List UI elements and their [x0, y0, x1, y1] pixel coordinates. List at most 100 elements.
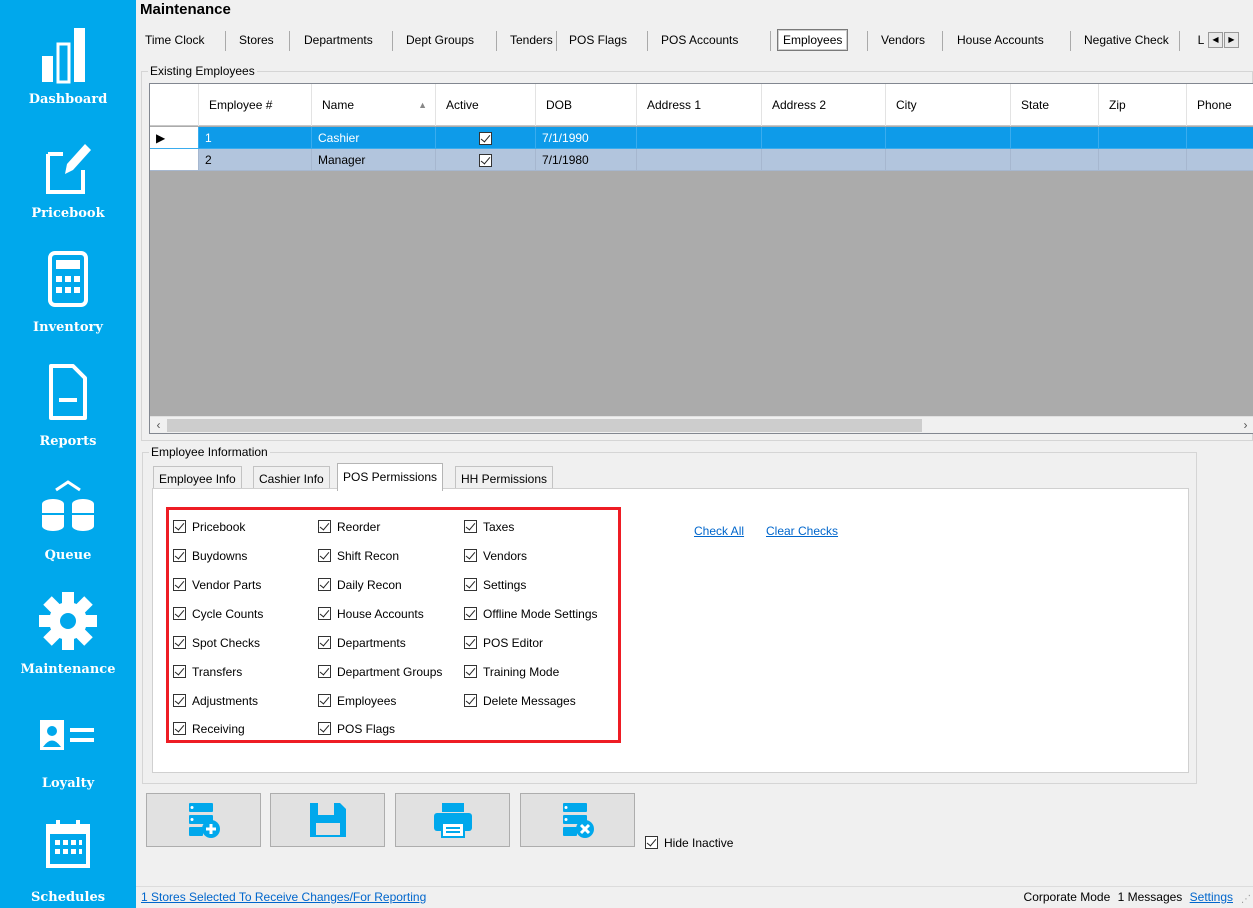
cell-zip: [1099, 149, 1187, 171]
nav-loyalty[interactable]: Loyalty: [0, 698, 136, 808]
col-active[interactable]: Active: [436, 84, 536, 126]
col-city[interactable]: City: [886, 84, 1011, 126]
tab-house-accounts[interactable]: House Accounts: [957, 27, 1044, 53]
cell-employee-no: 1: [199, 127, 312, 149]
active-checkbox[interactable]: [479, 132, 492, 146]
tab-separator: [770, 31, 771, 51]
col-address1[interactable]: Address 1: [637, 84, 762, 126]
nav-maintenance[interactable]: Maintenance: [0, 584, 136, 694]
col-employee-no[interactable]: Employee #: [199, 84, 312, 126]
cell-city: [886, 127, 1011, 149]
hide-inactive-checkbox[interactable]: [645, 836, 658, 850]
tab-dept-groups[interactable]: Dept Groups: [406, 27, 474, 53]
grid-header: Employee # Name ▲ Active DOB Address 1 A…: [150, 84, 1253, 126]
employee-grid[interactable]: Employee # Name ▲ Active DOB Address 1 A…: [149, 83, 1253, 434]
cell-employee-no: 2: [199, 149, 312, 171]
cell-active[interactable]: [436, 149, 536, 171]
group-title: Existing Employees: [148, 64, 257, 78]
tab-truncated[interactable]: L: [1195, 32, 1207, 48]
tab-scroll-right-button[interactable]: ▶: [1224, 32, 1239, 48]
save-button[interactable]: [270, 793, 385, 847]
add-employee-button[interactable]: [146, 793, 261, 847]
col-dob[interactable]: DOB: [536, 84, 637, 126]
nav-reports[interactable]: Reports: [0, 356, 136, 466]
sidebar: Dashboard Pricebook Inventory Reports Qu…: [0, 0, 136, 908]
tab-scroller: L ◀ ▶: [1194, 32, 1248, 50]
row-selector-icon: ▶: [150, 127, 199, 149]
corporate-mode-label: Corporate Mode: [1023, 890, 1111, 904]
status-right: Corporate Mode 1 Messages Settings: [1024, 890, 1233, 904]
permissions-highlight: [166, 507, 621, 743]
col-name-label: Name: [322, 98, 355, 112]
scroll-right-icon[interactable]: ›: [1237, 417, 1253, 433]
cell-active[interactable]: [436, 127, 536, 149]
tab-cashier-info[interactable]: Cashier Info: [253, 466, 330, 490]
col-address2[interactable]: Address 2: [762, 84, 886, 126]
tab-time-clock[interactable]: Time Clock: [145, 27, 205, 53]
nav-label: Maintenance: [20, 662, 116, 677]
scroll-left-icon[interactable]: ‹: [150, 417, 167, 433]
hide-inactive-toggle[interactable]: Hide Inactive: [645, 834, 733, 852]
tab-separator: [556, 31, 557, 51]
calculator-icon: [48, 251, 88, 307]
nav-dashboard[interactable]: Dashboard: [0, 14, 136, 124]
cell-address2: [762, 149, 886, 171]
nav-inventory[interactable]: Inventory: [0, 242, 136, 352]
nav-pricebook[interactable]: Pricebook: [0, 128, 136, 238]
active-checkbox[interactable]: [479, 154, 492, 168]
tab-negative-check[interactable]: Negative Check: [1084, 27, 1169, 53]
nav-queue[interactable]: Queue: [0, 470, 136, 580]
settings-link[interactable]: Settings: [1190, 890, 1233, 904]
cell-state: [1011, 149, 1099, 171]
tab-employee-info[interactable]: Employee Info: [153, 466, 242, 490]
tab-separator: [1179, 31, 1180, 51]
tab-employees[interactable]: Employees: [777, 29, 849, 51]
gear-icon: [39, 592, 97, 650]
table-row[interactable]: 2 Manager 7/1/1980: [150, 149, 1253, 171]
report-document-icon: [49, 364, 87, 420]
nav-schedules[interactable]: Schedules: [0, 806, 136, 908]
tab-pos-permissions[interactable]: POS Permissions: [337, 463, 444, 491]
id-card-icon: [40, 720, 94, 750]
horizontal-scrollbar[interactable]: ‹ ›: [150, 416, 1253, 433]
col-state[interactable]: State: [1011, 84, 1099, 126]
nav-label: Dashboard: [28, 92, 108, 107]
check-all-link[interactable]: Check All: [694, 524, 744, 538]
messages-count[interactable]: 1 Messages: [1118, 890, 1183, 904]
resize-grip-icon[interactable]: ⋰: [1241, 894, 1251, 905]
add-record-icon: [188, 803, 220, 838]
cell-address1: [637, 127, 762, 149]
cell-phone: [1187, 127, 1253, 149]
nav-label: Schedules: [30, 890, 106, 905]
tab-tenders[interactable]: Tenders: [510, 27, 553, 53]
clear-checks-link[interactable]: Clear Checks: [766, 524, 838, 538]
tab-stores[interactable]: Stores: [239, 27, 274, 53]
nav-label: Pricebook: [31, 206, 105, 221]
col-phone[interactable]: Phone: [1187, 84, 1253, 126]
table-row[interactable]: ▶ 1 Cashier 7/1/1990: [150, 127, 1253, 149]
nav-label: Inventory: [33, 320, 103, 335]
save-icon: [309, 803, 346, 837]
tab-departments[interactable]: Departments: [304, 27, 373, 53]
bar-chart-icon: [42, 28, 85, 84]
cell-dob: 7/1/1990: [536, 127, 637, 149]
col-zip[interactable]: Zip: [1099, 84, 1187, 126]
col-name[interactable]: Name ▲: [312, 84, 436, 126]
tab-separator: [225, 31, 226, 51]
info-tabbar: Employee Info Cashier Info POS Permissio…: [153, 463, 753, 491]
tab-scroll-left-button[interactable]: ◀: [1208, 32, 1223, 48]
cell-name: Cashier: [312, 127, 436, 149]
delete-employee-button[interactable]: [520, 793, 635, 847]
cell-city: [886, 149, 1011, 171]
tab-pos-flags[interactable]: POS Flags: [569, 27, 627, 53]
row-header-corner: [150, 84, 199, 126]
stores-selected-link[interactable]: 1 Stores Selected To Receive Changes/For…: [141, 890, 426, 904]
print-button[interactable]: [395, 793, 510, 847]
tab-hh-permissions[interactable]: HH Permissions: [455, 466, 554, 490]
tab-vendors[interactable]: Vendors: [881, 27, 925, 53]
tab-pos-accounts[interactable]: POS Accounts: [661, 27, 738, 53]
nav-label: Queue: [44, 548, 92, 563]
tab-separator: [647, 31, 648, 51]
sort-ascending-icon: ▲: [418, 100, 427, 110]
scrollbar-thumb[interactable]: [167, 419, 922, 432]
